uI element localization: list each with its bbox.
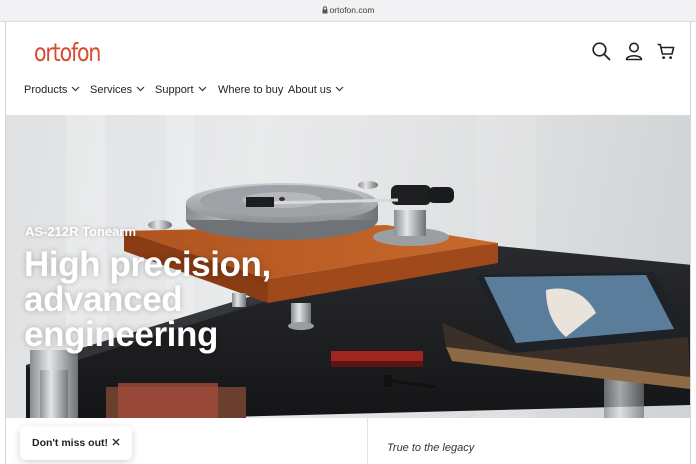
newsletter-toast[interactable]: Don't miss out! [20,426,132,460]
section-divider [367,418,368,464]
nav-item-where-to-buy[interactable]: Where to buy [218,84,283,96]
cart-icon[interactable] [655,40,677,62]
nav-item-about-us[interactable]: About us [288,84,344,96]
nav-item-support[interactable]: Support [155,84,207,96]
account-icon[interactable] [623,40,645,62]
hero-headline-line: High precision, [24,245,271,284]
search-icon[interactable] [590,40,612,62]
hero-eyebrow: AS-212R Tonearm [25,224,137,239]
chevron-down-icon [198,86,206,92]
nav-label: About us [288,84,332,96]
nav-label: Products [24,84,68,96]
hero-headline: High precision, advanced engineering [24,247,354,352]
browser-address-bar[interactable]: ortofon.com [0,0,696,22]
secondary-heading[interactable]: True to the legacy [387,442,474,454]
chevron-down-icon [71,86,80,92]
close-icon[interactable] [110,436,122,448]
nav-label: Support [155,84,194,96]
chevron-down-icon [136,86,145,92]
nav-item-products[interactable]: Products [24,84,80,96]
nav-label: Services [90,84,133,96]
chevron-down-icon [335,86,344,92]
url-text: ortofon.com [329,5,375,15]
hero-headline-line: engineering [24,315,218,354]
hero-banner[interactable]: AS-212R Tonearm High precision, advanced… [6,115,690,418]
nav-label: Where to buy [218,84,284,96]
toast-label[interactable]: Don't miss out! [32,437,108,449]
hero-headline-line: advanced [24,280,183,319]
page-frame: ortofon Products Services Support Where … [5,22,691,464]
lock-icon [322,6,328,14]
brand-logo[interactable]: ortofon [34,38,101,67]
nav-item-services[interactable]: Services [90,84,145,96]
url-display[interactable]: ortofon.com [0,5,696,15]
